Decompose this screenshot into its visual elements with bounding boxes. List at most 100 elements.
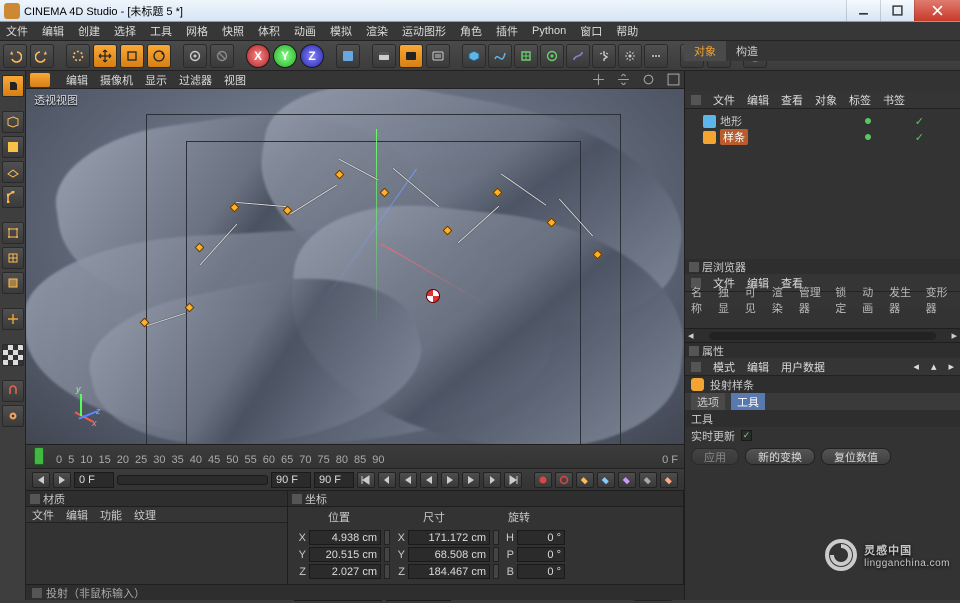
prev-frame-button[interactable] <box>399 472 417 488</box>
y-axis-button[interactable]: Y <box>273 44 297 68</box>
visibility-dot-icon[interactable] <box>865 134 871 140</box>
range-end-button[interactable] <box>53 472 71 488</box>
pos-y-field[interactable]: 20.515 cm <box>309 547 381 562</box>
quantize-button[interactable] <box>2 405 24 427</box>
render-active-button[interactable] <box>399 44 423 68</box>
menu-animate[interactable]: 动画 <box>294 23 316 39</box>
range-start-field[interactable]: 0 F <box>74 472 114 488</box>
attr-menu-edit[interactable]: 编辑 <box>747 359 769 375</box>
visibility-dot-icon[interactable] <box>865 118 871 124</box>
pos-x-stepper[interactable] <box>384 530 390 545</box>
key-param-button[interactable] <box>639 472 657 488</box>
rot-h-field[interactable]: 0 ° <box>517 530 565 545</box>
obj-menu-edit[interactable]: 编辑 <box>747 92 769 108</box>
play-back-button[interactable] <box>420 472 438 488</box>
key-scale-button[interactable] <box>597 472 615 488</box>
menu-select[interactable]: 选择 <box>114 23 136 39</box>
vp-menu-edit[interactable]: 编辑 <box>66 72 88 88</box>
rotate-tool-button[interactable] <box>147 44 171 68</box>
attr-nav-fwd-icon[interactable]: ▸ <box>948 360 954 373</box>
key-pos-button[interactable] <box>576 472 594 488</box>
attr-new-transform-button[interactable]: 新的变换 <box>745 448 815 465</box>
menu-help[interactable]: 帮助 <box>616 23 638 39</box>
undo-button[interactable] <box>3 44 27 68</box>
coord-system-button[interactable] <box>336 44 360 68</box>
vp-nav-zoom-icon[interactable] <box>617 73 630 86</box>
menu-mograph[interactable]: 运动图形 <box>402 23 446 39</box>
edge-mode-button[interactable] <box>2 222 24 244</box>
object-tree[interactable]: 地形 ✓ 样条 ✓ <box>685 109 960 259</box>
size-y-field[interactable]: 68.508 cm <box>408 547 490 562</box>
next-frame-button[interactable] <box>462 472 480 488</box>
spline-button[interactable] <box>488 44 512 68</box>
polygon-mode-button[interactable] <box>2 247 24 269</box>
deformer-button[interactable] <box>566 44 590 68</box>
attr-nav-up-icon[interactable]: ▴ <box>931 360 937 373</box>
mat-menu-tex[interactable]: 纹理 <box>134 507 156 523</box>
selection-tool-button[interactable] <box>66 44 90 68</box>
attr-tab-tool[interactable]: 工具 <box>731 393 765 411</box>
viewport-layout-icon[interactable] <box>30 73 50 87</box>
tweak-mode-button[interactable] <box>2 344 24 366</box>
size-x-stepper[interactable] <box>493 530 499 545</box>
autokey-button[interactable] <box>555 472 573 488</box>
move-tool-button[interactable] <box>93 44 117 68</box>
environment-button[interactable] <box>592 44 616 68</box>
enable-check-icon[interactable]: ✓ <box>915 131 924 144</box>
object-row-spline[interactable]: 样条 ✓ <box>703 129 954 145</box>
range-end-field[interactable]: 90 F <box>314 472 354 488</box>
play-forward-button[interactable] <box>441 472 459 488</box>
menu-plugins[interactable]: 插件 <box>496 23 518 39</box>
pos-x-field[interactable]: 4.938 cm <box>309 530 381 545</box>
vp-menu-view[interactable]: 视图 <box>224 72 246 88</box>
mat-menu-func[interactable]: 功能 <box>100 507 122 523</box>
snap-button[interactable] <box>2 380 24 402</box>
window-minimize-button[interactable] <box>846 0 880 21</box>
menu-simulate[interactable]: 模拟 <box>330 23 352 39</box>
attr-nav-back-icon[interactable]: ◂ <box>913 360 919 373</box>
tab-structure[interactable]: 构造 <box>726 41 768 61</box>
goto-start-button[interactable] <box>357 472 375 488</box>
camera-button[interactable] <box>618 44 642 68</box>
redo-button[interactable] <box>30 44 54 68</box>
size-z-stepper[interactable] <box>493 564 499 579</box>
menu-window[interactable]: 窗口 <box>580 23 602 39</box>
obj-menu-bookmarks[interactable]: 书签 <box>883 92 905 108</box>
menu-tools[interactable]: 工具 <box>150 23 172 39</box>
pos-z-field[interactable]: 2.027 cm <box>309 564 381 579</box>
range-dur-field[interactable]: 90 F <box>271 472 311 488</box>
primitive-cube-button[interactable] <box>462 44 486 68</box>
window-close-button[interactable] <box>914 0 960 21</box>
window-maximize-button[interactable] <box>880 0 914 21</box>
rot-p-field[interactable]: 0 ° <box>517 547 565 562</box>
light-button[interactable] <box>644 44 668 68</box>
menu-create[interactable]: 创建 <box>78 23 100 39</box>
record-button[interactable] <box>534 472 552 488</box>
point-mode-button[interactable] <box>2 186 24 208</box>
obj-menu-tags[interactable]: 标签 <box>849 92 871 108</box>
x-axis-button[interactable]: X <box>246 44 270 68</box>
attr-tab-options[interactable]: 选项 <box>691 393 725 411</box>
menu-python[interactable]: Python <box>532 25 566 37</box>
key-pla-button[interactable] <box>660 472 678 488</box>
menu-mesh[interactable]: 网格 <box>186 23 208 39</box>
attr-menu-mode[interactable]: 模式 <box>713 359 735 375</box>
layer-hscrollbar[interactable]: ◂▸ <box>685 328 960 342</box>
locked-tool-button[interactable] <box>210 44 234 68</box>
viewport-3d[interactable]: 透视视图 <box>26 89 684 444</box>
next-key-button[interactable] <box>483 472 501 488</box>
prev-key-button[interactable] <box>378 472 396 488</box>
vp-menu-display[interactable]: 显示 <box>145 72 167 88</box>
model-mode-button[interactable] <box>2 111 24 133</box>
vp-nav-rotate-icon[interactable] <box>642 73 655 86</box>
rot-b-field[interactable]: 0 ° <box>517 564 565 579</box>
object-row-terrain[interactable]: 地形 ✓ <box>703 113 954 129</box>
obj-menu-object[interactable]: 对象 <box>815 92 837 108</box>
vp-nav-maximize-icon[interactable] <box>667 73 680 86</box>
menu-file[interactable]: 文件 <box>6 23 28 39</box>
attr-realtime-checkbox[interactable]: ✓ <box>741 430 752 441</box>
enable-check-icon[interactable]: ✓ <box>915 115 924 128</box>
scale-tool-button[interactable] <box>120 44 144 68</box>
recent-tool-button[interactable] <box>183 44 207 68</box>
goto-end-button[interactable] <box>504 472 522 488</box>
